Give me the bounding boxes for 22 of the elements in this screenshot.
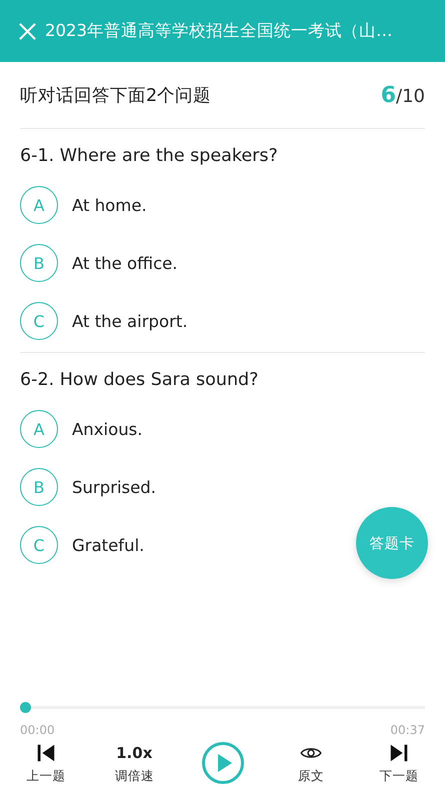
window-title: 2023年普通高等学校招生全国统一考试（山… <box>45 20 392 42</box>
option-text[interactable]: Surprised. <box>72 478 156 496</box>
question-total: /10 <box>396 86 425 106</box>
question-text: 6-2. How does Sara sound? <box>20 369 260 392</box>
control-label[interactable]: 下一题 <box>380 768 418 784</box>
current-question-number: 6 <box>380 82 396 108</box>
duration-time: 00:37 <box>390 723 425 737</box>
option-text[interactable]: Grateful. <box>72 536 144 554</box>
control-label[interactable]: 上一题 <box>26 768 66 784</box>
progress-thumb[interactable] <box>20 702 31 713</box>
question-text: 6-1. Where are the speakers? <box>20 145 279 168</box>
elapsed-time: 00:00 <box>20 723 55 737</box>
close-icon[interactable] <box>18 22 37 40</box>
option-text[interactable]: Anxious. <box>72 420 142 438</box>
control-label[interactable]: 调倍速 <box>114 768 154 784</box>
option-text[interactable]: At the office. <box>72 254 178 272</box>
section-instruction: 听对话回答下面2个问题 <box>20 85 212 107</box>
option-text[interactable]: At home. <box>72 196 147 214</box>
option-text[interactable]: At the airport. <box>72 312 188 330</box>
speed-value[interactable]: 1.0x <box>116 742 152 764</box>
play-button[interactable] <box>200 741 244 785</box>
control-label[interactable]: 原文 <box>298 768 324 784</box>
